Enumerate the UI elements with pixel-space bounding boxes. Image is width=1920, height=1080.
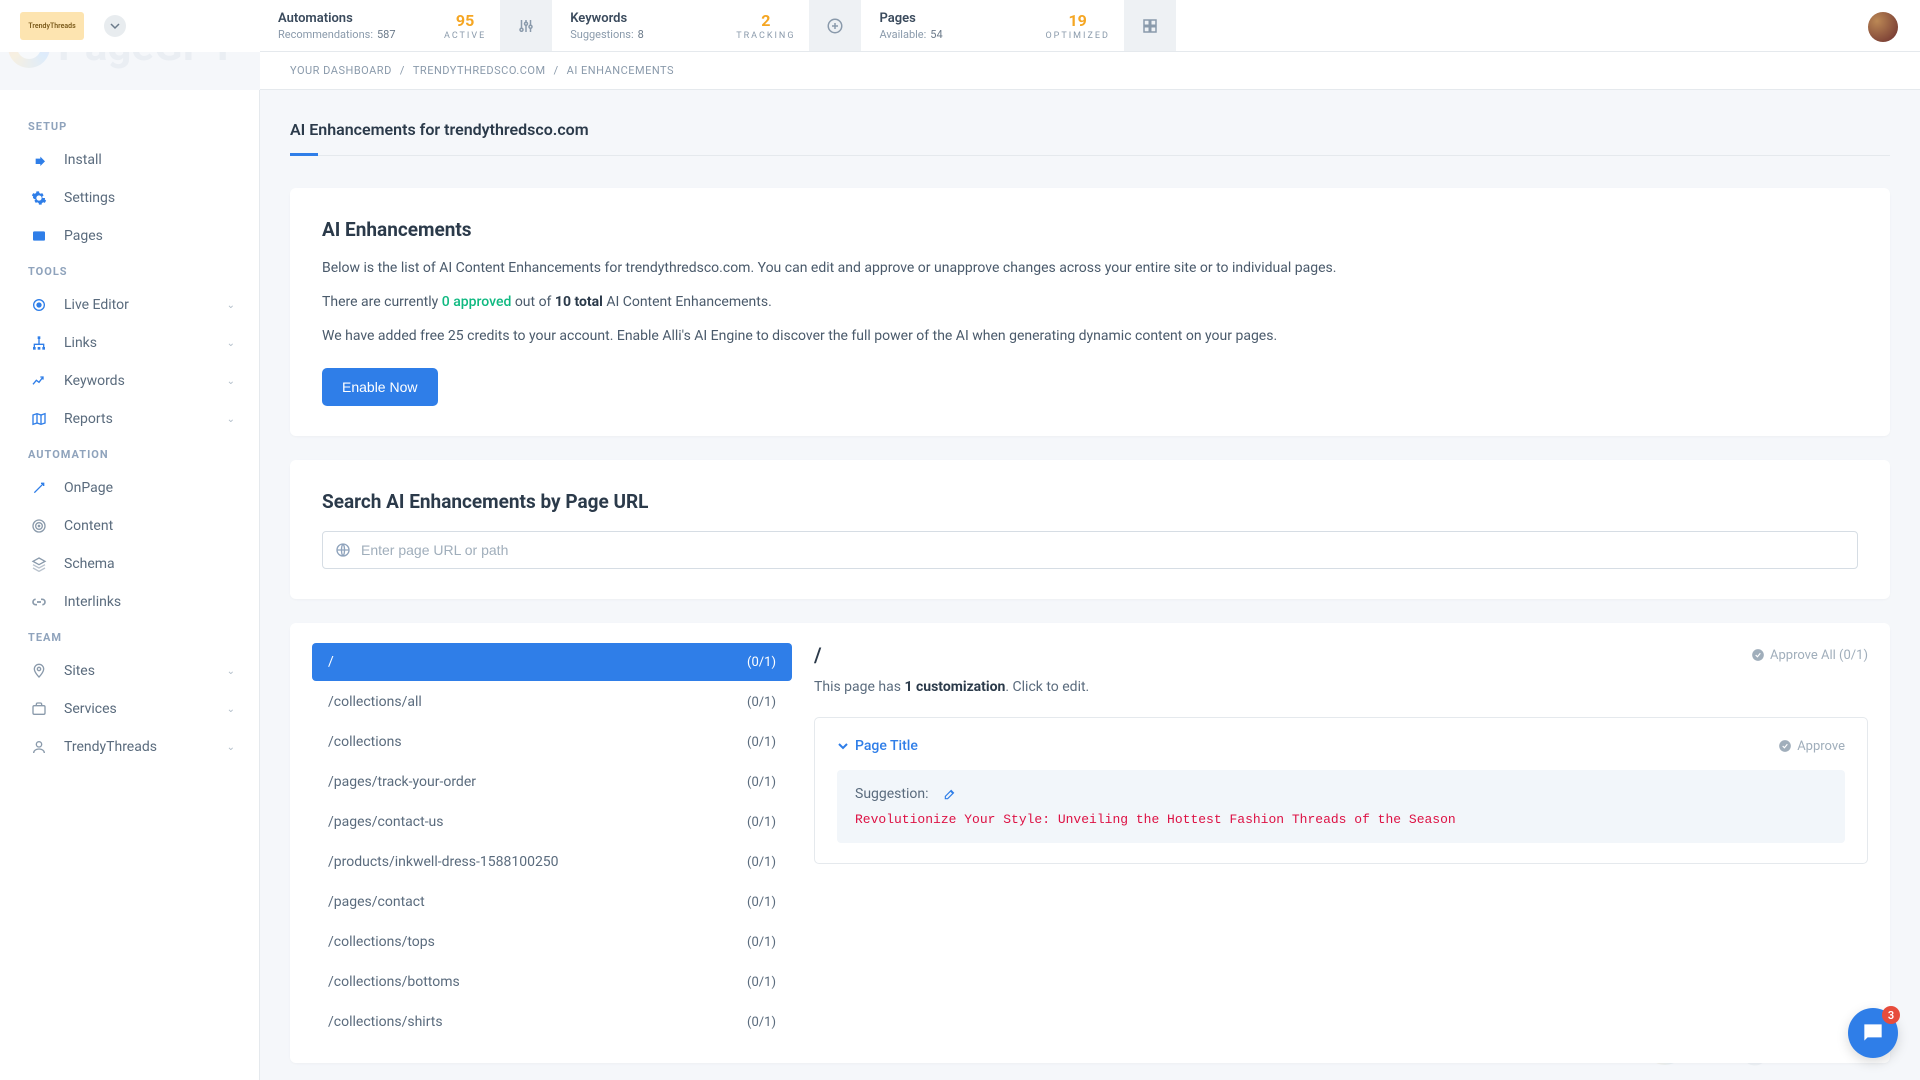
url-item[interactable]: /collections(0/1)	[312, 723, 792, 761]
sidebar-section-automation: AUTOMATION	[0, 438, 259, 469]
url-item[interactable]: /collections/all(0/1)	[312, 683, 792, 721]
site-switcher[interactable]	[104, 15, 126, 37]
breadcrumb-current: AI ENHANCEMENTS	[567, 64, 674, 77]
sidebar-item-sites[interactable]: Sites ⌄	[0, 652, 259, 690]
chevron-down-icon: ⌄	[227, 666, 235, 677]
chart-icon	[28, 372, 50, 390]
keywords-add-icon[interactable]	[809, 0, 861, 51]
target-icon	[28, 296, 50, 314]
briefcase-icon	[28, 700, 50, 718]
stat-pages[interactable]: Pages Available:54	[861, 0, 1031, 51]
user-avatar[interactable]	[1868, 12, 1898, 42]
breadcrumb-site[interactable]: TRENDYTHREDSCO.COM	[413, 64, 546, 77]
chevron-down-icon: ⌄	[227, 742, 235, 753]
stat-pages-count: 19 OPTIMIZED	[1031, 0, 1123, 51]
url-item[interactable]: /collections/shirts(0/1)	[312, 1003, 792, 1041]
sidebar-item-keywords[interactable]: Keywords ⌄	[0, 362, 259, 400]
page-title: AI Enhancements for trendythredsco.com	[290, 120, 1890, 155]
sidebar-item-content[interactable]: Content	[0, 507, 259, 545]
intro-heading: AI Enhancements	[322, 218, 1858, 241]
install-icon	[28, 151, 50, 169]
intro-card: AI Enhancements Below is the list of AI …	[290, 188, 1890, 436]
approve-button[interactable]: Approve	[1778, 739, 1845, 754]
sidebar-section-team: TEAM	[0, 621, 259, 652]
sidebar-item-settings[interactable]: Settings	[0, 179, 259, 217]
chevron-down-icon: ⌄	[227, 300, 235, 311]
fingerprint-icon	[28, 517, 50, 535]
edit-icon[interactable]	[943, 787, 957, 801]
chat-button[interactable]: 3	[1848, 1008, 1898, 1058]
suggestion-label: Suggestion:	[855, 786, 929, 802]
url-item[interactable]: /pages/contact(0/1)	[312, 883, 792, 921]
sitemap-icon	[28, 334, 50, 352]
sidebar-item-schema[interactable]: Schema	[0, 545, 259, 583]
sidebar-item-reports[interactable]: Reports ⌄	[0, 400, 259, 438]
sidebar-item-onpage[interactable]: OnPage	[0, 469, 259, 507]
sidebar-section-tools: TOOLS	[0, 255, 259, 286]
url-list: /(0/1) /collections/all(0/1) /collection…	[312, 643, 792, 1043]
intro-credits: We have added free 25 credits to your ac…	[322, 325, 1858, 349]
chevron-down-icon: ⌄	[227, 414, 235, 425]
detail-path: /	[814, 643, 822, 667]
sidebar-item-install[interactable]: Install	[0, 141, 259, 179]
approve-all-button[interactable]: Approve All (0/1)	[1751, 648, 1868, 663]
enable-now-button[interactable]: Enable Now	[322, 368, 438, 406]
chevron-down-icon: ⌄	[227, 704, 235, 715]
url-item[interactable]: /products/inkwell-dress-1588100250(0/1)	[312, 843, 792, 881]
sidebar-item-links[interactable]: Links ⌄	[0, 324, 259, 362]
suggestion-text: Revolutionize Your Style: Unveiling the …	[855, 812, 1827, 827]
link-icon	[28, 593, 50, 611]
url-item[interactable]: /collections/tops(0/1)	[312, 923, 792, 961]
intro-desc: Below is the list of AI Content Enhancem…	[322, 257, 1858, 281]
pin-icon	[28, 662, 50, 680]
intro-stats: There are currently 0 approved out of 10…	[322, 291, 1858, 315]
globe-icon	[335, 542, 351, 558]
sidebar: SETUP Install Settings Pages TOOLS Live …	[0, 90, 260, 1080]
enhancements-card: /(0/1) /collections/all(0/1) /collection…	[290, 623, 1890, 1063]
sidebar-item-interlinks[interactable]: Interlinks	[0, 583, 259, 621]
stat-automations[interactable]: Automations Recommendations:587	[260, 0, 430, 51]
stat-automations-count: 95 ACTIVE	[430, 0, 500, 51]
sidebar-item-trendy[interactable]: TrendyThreads ⌄	[0, 728, 259, 766]
automations-settings-icon[interactable]	[500, 0, 552, 51]
enhancement-toggle[interactable]: Page Title	[837, 738, 918, 754]
map-icon	[28, 410, 50, 428]
site-logo[interactable]: TrendyThreads	[20, 12, 84, 40]
sidebar-item-services[interactable]: Services ⌄	[0, 690, 259, 728]
stat-keywords-count: 2 TRACKING	[722, 0, 809, 51]
url-item[interactable]: /collections/bottoms(0/1)	[312, 963, 792, 1001]
search-heading: Search AI Enhancements by Page URL	[322, 490, 1858, 513]
chevron-down-icon: ⌄	[227, 376, 235, 387]
user-icon	[28, 738, 50, 756]
url-item[interactable]: /(0/1)	[312, 643, 792, 681]
detail-desc: This page has 1 customization. Click to …	[814, 679, 1868, 695]
breadcrumb-dashboard[interactable]: YOUR DASHBOARD	[290, 64, 392, 77]
sidebar-item-pages[interactable]: Pages	[0, 217, 259, 255]
chevron-down-icon: ⌄	[227, 338, 235, 349]
breadcrumb: YOUR DASHBOARD / TRENDYTHREDSCO.COM / AI…	[260, 52, 1920, 90]
stat-keywords[interactable]: Keywords Suggestions:8	[552, 0, 722, 51]
wand-icon	[28, 479, 50, 497]
url-item[interactable]: /pages/track-your-order(0/1)	[312, 763, 792, 801]
pages-grid-icon[interactable]	[1124, 0, 1176, 51]
layers-icon	[28, 555, 50, 573]
sidebar-item-live-editor[interactable]: Live Editor ⌄	[0, 286, 259, 324]
chat-badge: 3	[1882, 1006, 1900, 1024]
sidebar-section-setup: SETUP	[0, 110, 259, 141]
gear-icon	[28, 189, 50, 207]
url-item[interactable]: /pages/contact-us(0/1)	[312, 803, 792, 841]
search-card: Search AI Enhancements by Page URL	[290, 460, 1890, 599]
pages-icon	[28, 227, 50, 245]
url-search-input[interactable]	[361, 542, 1845, 558]
